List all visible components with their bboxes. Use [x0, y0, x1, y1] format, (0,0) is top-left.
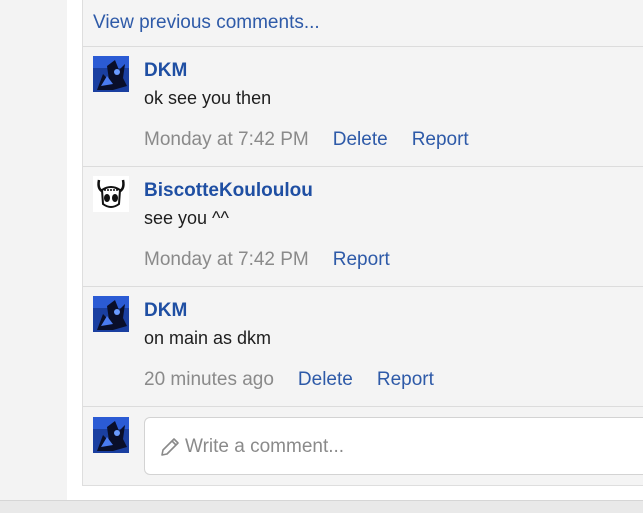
- delete-button[interactable]: Delete: [333, 129, 388, 150]
- left-gutter: [0, 0, 67, 500]
- comment-input[interactable]: Write a comment...: [144, 417, 643, 475]
- page: View previous comments... DKM ok see you…: [0, 0, 643, 513]
- view-previous-comments-link[interactable]: View previous comments...: [93, 12, 320, 34]
- comment-author[interactable]: DKM: [144, 60, 187, 82]
- comment-meta: Monday at 7:42 PM Delete Report: [144, 129, 493, 151]
- comment-author[interactable]: DKM: [144, 300, 187, 322]
- comment-author[interactable]: BiscotteKouloulou: [144, 180, 313, 202]
- comment-timestamp: Monday at 7:42 PM: [144, 129, 309, 150]
- composer-avatar: [93, 417, 129, 453]
- dark-blue-character-avatar-icon: [93, 417, 129, 453]
- report-button[interactable]: Report: [412, 129, 469, 150]
- dark-blue-character-avatar-icon: [93, 296, 129, 332]
- avatar[interactable]: [93, 176, 129, 212]
- comments-panel: View previous comments... DKM ok see you…: [82, 0, 643, 486]
- comment-text: on main as dkm: [144, 328, 272, 348]
- dark-blue-character-avatar-icon: [93, 56, 129, 92]
- report-button[interactable]: Report: [333, 249, 390, 270]
- avatar[interactable]: [93, 296, 129, 332]
- bottom-scroll-area: [0, 500, 643, 513]
- comment-text: see you ^^: [144, 208, 229, 228]
- comment-timestamp: 20 minutes ago: [144, 369, 274, 390]
- comment-meta: 20 minutes ago Delete Report: [144, 369, 458, 391]
- pencil-icon: [161, 438, 179, 456]
- comment-item: DKM ok see you then Monday at 7:42 PM Del…: [83, 47, 643, 166]
- comment-item: DKM on main as dkm 20 minutes ago Delete R…: [83, 287, 643, 406]
- report-button[interactable]: Report: [377, 369, 434, 390]
- horned-mask-avatar-icon: [93, 176, 129, 212]
- avatar[interactable]: [93, 56, 129, 92]
- delete-button[interactable]: Delete: [298, 369, 353, 390]
- comment-meta: Monday at 7:42 PM Report: [144, 249, 414, 271]
- comment-item: BiscotteKouloulou see you ^^ Monday at 7…: [83, 167, 643, 286]
- comment-input-placeholder: Write a comment...: [185, 436, 345, 457]
- divider: [83, 406, 643, 407]
- comment-text: ok see you then: [144, 88, 272, 108]
- comment-timestamp: Monday at 7:42 PM: [144, 249, 309, 270]
